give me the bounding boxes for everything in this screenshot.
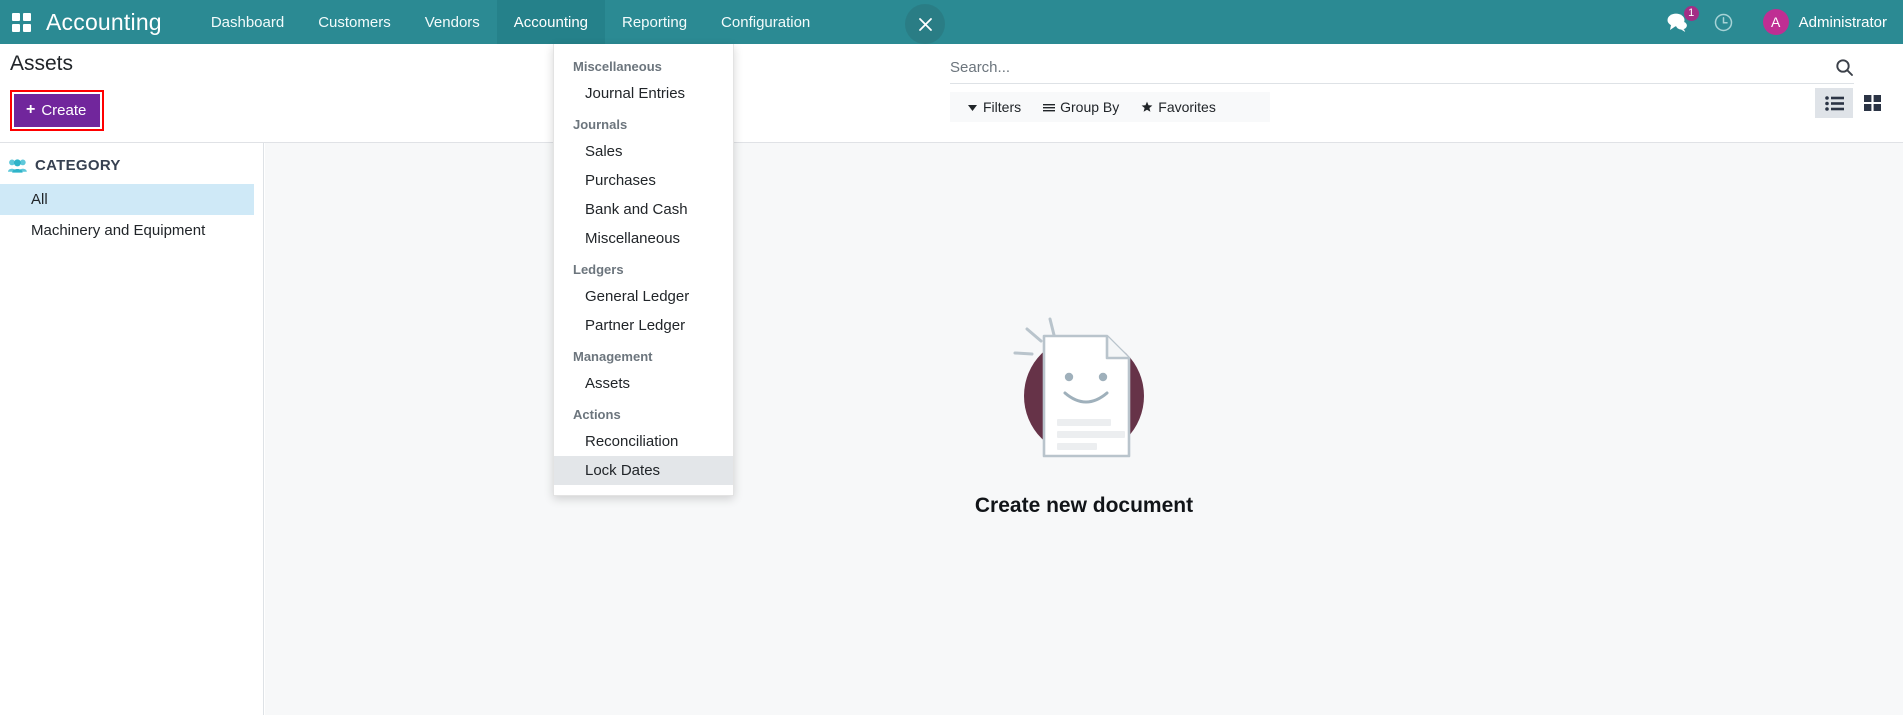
users-icon — [8, 158, 27, 173]
menu-item-customers[interactable]: Customers — [301, 0, 408, 44]
kanban-view-icon — [1864, 95, 1881, 111]
favorites-dropdown-button[interactable]: Favorites — [1130, 99, 1227, 115]
menu-item-accounting[interactable]: Accounting — [497, 0, 605, 44]
dropdown-item-reconciliation[interactable]: Reconciliation — [554, 427, 733, 456]
filters-label: Filters — [983, 99, 1021, 115]
dropdown-section-miscellaneous: Miscellaneous — [554, 50, 733, 79]
dropdown-item-lock-dates[interactable]: Lock Dates — [554, 456, 733, 485]
search-row: Search... — [950, 58, 1854, 84]
menu-item-reporting[interactable]: Reporting — [605, 0, 704, 44]
dropdown-item-partner-ledger[interactable]: Partner Ledger — [554, 311, 733, 340]
main-menu: Dashboard Customers Vendors Accounting R… — [194, 0, 827, 44]
dropdown-item-purchases[interactable]: Purchases — [554, 166, 733, 195]
dropdown-item-miscellaneous[interactable]: Miscellaneous — [554, 224, 733, 253]
dropdown-item-sales[interactable]: Sales — [554, 137, 733, 166]
left-sidebar: CATEGORY All Machinery and Equipment — [0, 143, 264, 715]
clock-icon — [1714, 13, 1733, 32]
messages-button[interactable]: 1 — [1667, 13, 1688, 32]
breadcrumb: Assets — [10, 52, 73, 76]
dropdown-item-bank-and-cash[interactable]: Bank and Cash — [554, 195, 733, 224]
apps-menu-button[interactable] — [0, 0, 42, 44]
kanban-view-button[interactable] — [1853, 88, 1891, 118]
smiling-document-icon — [999, 301, 1169, 471]
empty-state-text: Create new document — [975, 494, 1193, 518]
sidebar-item-all[interactable]: All — [0, 184, 254, 215]
create-button-highlight: + Create — [10, 90, 104, 131]
hamburger-lines-icon — [1043, 102, 1055, 113]
dropdown-item-assets[interactable]: Assets — [554, 369, 733, 398]
control-panel: Assets + Create Search... Filters — [0, 44, 1903, 143]
star-icon — [1141, 101, 1153, 113]
list-view-button[interactable] — [1815, 88, 1853, 118]
search-facet-bar: Filters Group By Favorites — [950, 92, 1270, 122]
search-view: Search... Filters — [950, 58, 1854, 122]
top-navbar: Accounting Dashboard Customers Vendors A… — [0, 0, 1903, 44]
list-view-icon — [1825, 96, 1844, 111]
create-button[interactable]: + Create — [14, 94, 100, 127]
search-icon — [1835, 58, 1854, 77]
menu-item-vendors[interactable]: Vendors — [408, 0, 497, 44]
dropdown-section-management: Management — [554, 340, 733, 369]
dropdown-item-general-ledger[interactable]: General Ledger — [554, 282, 733, 311]
app-brand-title[interactable]: Accounting — [42, 9, 172, 36]
sidebar-section-category: CATEGORY — [0, 157, 263, 174]
activity-button[interactable] — [1714, 13, 1733, 32]
avatar[interactable]: A — [1763, 9, 1789, 35]
menu-item-dashboard[interactable]: Dashboard — [194, 0, 301, 44]
close-button[interactable] — [905, 4, 945, 44]
user-menu-label[interactable]: Administrator — [1799, 14, 1887, 31]
dropdown-item-journal-entries[interactable]: Journal Entries — [554, 79, 733, 108]
dropdown-section-ledgers: Ledgers — [554, 253, 733, 282]
menu-item-configuration[interactable]: Configuration — [704, 0, 827, 44]
filters-dropdown-button[interactable]: Filters — [956, 99, 1032, 115]
search-input[interactable]: Search... — [950, 59, 1827, 76]
groupby-label: Group By — [1060, 99, 1119, 115]
messages-count-badge: 1 — [1684, 6, 1699, 21]
main-content-area: Create new document — [265, 143, 1903, 715]
close-icon — [916, 15, 935, 34]
search-submit-button[interactable] — [1827, 58, 1854, 77]
apps-grid-icon — [12, 13, 31, 32]
dropdown-section-journals: Journals — [554, 108, 733, 137]
navbar-right-tools: 1 A Administrator — [1667, 0, 1903, 44]
groupby-dropdown-button[interactable]: Group By — [1032, 99, 1130, 115]
create-button-label: Create — [41, 102, 86, 119]
plus-icon: + — [26, 101, 35, 119]
empty-state: Create new document — [975, 301, 1193, 518]
sidebar-section-label: CATEGORY — [35, 157, 121, 174]
filter-caret-icon — [967, 102, 978, 113]
accounting-dropdown-menu: Miscellaneous Journal Entries Journals S… — [553, 44, 734, 496]
favorites-label: Favorites — [1158, 99, 1216, 115]
dropdown-section-actions: Actions — [554, 398, 733, 427]
sidebar-item-machinery-and-equipment[interactable]: Machinery and Equipment — [0, 215, 254, 246]
view-switcher — [1815, 88, 1891, 118]
